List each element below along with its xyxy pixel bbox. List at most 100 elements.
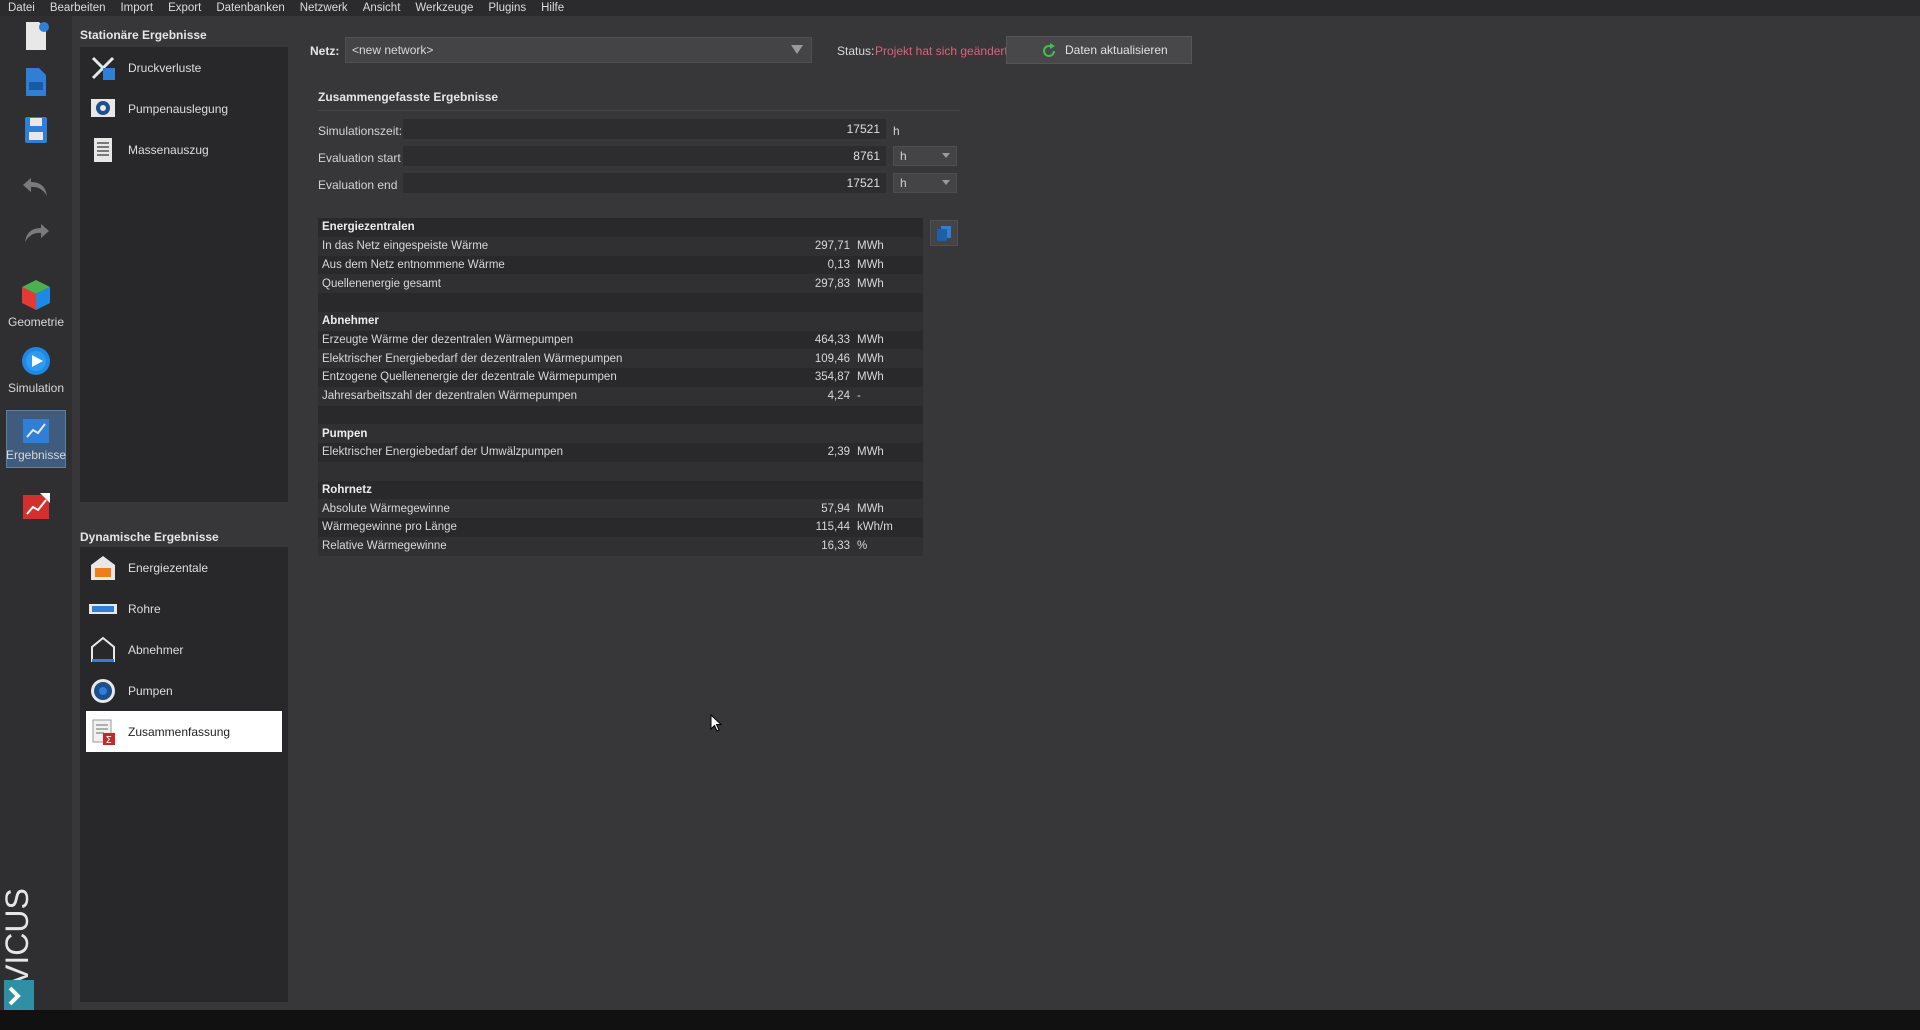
pressure-loss-item[interactable]: Druckverluste: [80, 47, 288, 88]
results-value-cell: 57,94: [821, 502, 850, 515]
results-button[interactable]: Ergebnisse: [6, 410, 66, 468]
consumer-item[interactable]: Abnehmer: [80, 629, 288, 670]
evaluation-end-field[interactable]: 17521: [403, 173, 886, 193]
undo-button[interactable]: [6, 174, 66, 200]
pump-design-icon: [88, 94, 118, 124]
open-project-button[interactable]: [6, 66, 66, 98]
results-unit-cell: MWh: [857, 277, 884, 290]
results-name-cell: Absolute Wärmegewinne: [322, 502, 450, 515]
pipes-label: Rohre: [128, 601, 161, 616]
results-value-cell: 297,71: [814, 240, 850, 253]
results-name-cell: Aus dem Netz entnommene Wärme: [322, 258, 505, 271]
energy-center-item[interactable]: Energiezentale: [80, 547, 288, 588]
chevron-down-icon: [942, 180, 950, 185]
bottom-bar: [0, 1010, 1920, 1030]
menu-item[interactable]: Netzwerk: [300, 0, 348, 16]
menu-item[interactable]: Bearbeiten: [50, 0, 106, 16]
results-unit-cell: MWh: [857, 258, 884, 271]
redo-icon: [25, 224, 49, 242]
results-value-cell: 2,39: [827, 446, 850, 459]
menu-item[interactable]: Export: [168, 0, 201, 16]
menu-item[interactable]: Datenbanken: [216, 0, 284, 16]
results-value-cell: 0,13: [827, 258, 850, 271]
results-unit-cell: MWh: [857, 352, 884, 365]
evaluation-end-label: Evaluation end: [318, 178, 398, 192]
pipes-item[interactable]: Rohre: [80, 588, 288, 629]
undo-icon: [23, 178, 47, 196]
results-name-cell: Jahresarbeitszahl der dezentralen Wärmep…: [322, 390, 578, 403]
mouse-cursor-icon: [710, 714, 722, 732]
evaluation-start-field[interactable]: 8761: [403, 146, 886, 166]
results-section-header: Abnehmer: [318, 311, 923, 331]
menu-item[interactable]: Ansicht: [363, 0, 401, 16]
results-value-cell: 115,44: [815, 521, 850, 534]
pump-design-item[interactable]: Pumpenauslegung: [80, 88, 288, 129]
left-toolbar: Geometrie Simulation Ergebnisse VICUS: [0, 16, 72, 1010]
evaluation-end-unit-select[interactable]: h: [893, 173, 957, 193]
results-row: [318, 461, 923, 481]
redo-button[interactable]: [6, 220, 66, 246]
svg-text:VICUS: VICUS: [0, 888, 35, 986]
menu-item[interactable]: Datei: [8, 0, 35, 16]
results-unit-cell: MWh: [857, 371, 884, 384]
results-row: Absolute Wärmegewinne 57,94 MWh: [318, 499, 923, 518]
status-value: Projekt hat sich geändert: [875, 44, 1008, 58]
simulation-time-label: Simulationszeit:: [318, 124, 403, 138]
results-row: Quellenenergie gesamt 297,83 MWh: [318, 274, 923, 293]
results-name-cell: Erzeugte Wärme der dezentralen Wärmepump…: [322, 333, 574, 346]
results-unit-cell: MWh: [857, 333, 884, 346]
pumps-item[interactable]: Pumpen: [80, 670, 288, 711]
summary-label: Zusammenfassung: [128, 724, 231, 739]
results-name-cell: Wärmegewinne pro Länge: [322, 521, 457, 534]
save-project-button[interactable]: [6, 114, 66, 146]
results-unit-cell: MWh: [857, 240, 884, 253]
results-value-cell: 354,87: [814, 371, 850, 384]
results-name-cell: Elektrischer Energiebedarf der Umwälzpum…: [322, 446, 563, 459]
export-chart-icon: [23, 493, 50, 519]
simulation-time-unit: h: [893, 124, 900, 138]
network-label: Netz:: [310, 44, 340, 58]
new-project-button[interactable]: [6, 20, 66, 52]
results-table: Energiezentralen In das Netz eingespeiste…: [318, 218, 923, 556]
results-value-cell: 16,33: [821, 540, 850, 553]
results-unit-cell: -: [857, 390, 861, 403]
bill-of-quantities-item[interactable]: Massenauszug: [80, 129, 288, 170]
results-name-cell: Pumpen: [322, 427, 368, 440]
results-row: [318, 293, 923, 312]
simulation-time-field[interactable]: 17521: [403, 119, 886, 139]
pressure-loss-label: Druckverluste: [128, 60, 202, 75]
results-label: Ergebnisse: [5, 447, 67, 462]
summary-item[interactable]: Σ Zusammenfassung: [86, 711, 282, 752]
stationary-results-title: Stationäre Ergebnisse: [80, 28, 207, 42]
dynamic-results-panel: Energiezentale Rohre Abnehmer Pumpen Σ Z…: [80, 547, 288, 1002]
results-value-cell: 297,83: [814, 277, 850, 290]
simulation-gear-icon: [22, 347, 50, 375]
menubar: Datei Bearbeiten Import Export Datenbanken Ne…: [0, 0, 1920, 16]
evaluation-start-unit-select[interactable]: h: [893, 146, 957, 166]
geometry-button[interactable]: Geometrie: [6, 278, 66, 329]
menu-item[interactable]: Werkzeuge: [415, 0, 473, 16]
network-select[interactable]: <new network>: [345, 37, 812, 63]
refresh-icon: [1043, 43, 1055, 57]
results-unit-cell: kWh/m: [857, 521, 893, 534]
update-data-button[interactable]: Daten aktualisieren: [1006, 36, 1192, 64]
menu-item[interactable]: Hilfe: [541, 0, 564, 16]
simulation-button[interactable]: Simulation: [6, 344, 66, 395]
results-row: Aus dem Netz entnommene Wärme 0,13 MWh: [318, 256, 923, 275]
chevron-down-icon: [942, 153, 950, 158]
results-name-cell: In das Netz eingespeiste Wärme: [322, 240, 489, 253]
results-row: In das Netz eingespeiste Wärme 297,71 MWh: [318, 236, 923, 256]
results-section-header: Pumpen: [318, 424, 923, 443]
energy-center-label: Energiezentale: [128, 560, 209, 575]
chevron-down-icon: [791, 45, 803, 54]
results-section-header: Rohrnetz: [318, 481, 923, 500]
menu-item[interactable]: Import: [120, 0, 153, 16]
results-row: [318, 406, 923, 425]
copy-button[interactable]: [930, 220, 958, 246]
export-results-button[interactable]: [6, 490, 66, 522]
menu-item[interactable]: Plugins: [488, 0, 526, 16]
results-name-cell: Entzogene Quellenenergie der dezentrale …: [322, 371, 617, 384]
save-icon: [25, 117, 47, 143]
results-name-cell: Quellenenergie gesamt: [322, 277, 441, 290]
summary-divider: [318, 110, 960, 111]
